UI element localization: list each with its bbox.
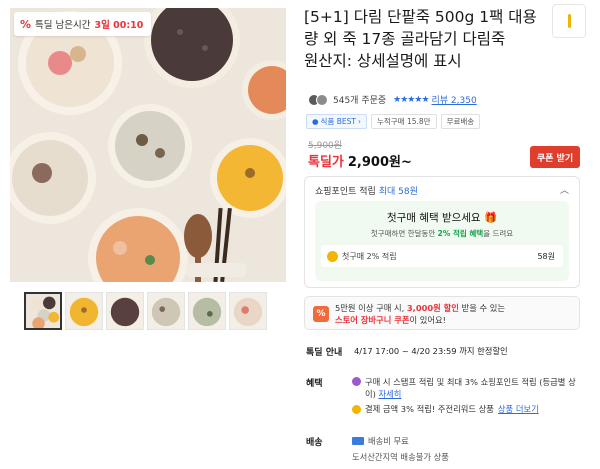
rating-row: 545개 주문중 ★★★★★ 리뷰 2,350 [308,93,477,106]
promo-line2-after: 이 있어요! [409,315,446,325]
thumbnail-2[interactable] [65,292,103,330]
product-title-text: [5+1] 다림 단팥죽 500g 1팩 대용량 외 죽 17종 골라담기 다림… [304,8,537,70]
price-label: 톡딜가 [308,155,344,170]
first-row-value: 58원 [537,251,555,261]
best-chip[interactable]: ● 식품 BEST › [306,114,367,129]
review-link[interactable]: 리뷰 2,350 [432,93,477,106]
deal-timer-badge: % 특딜 남은시간 3일 00:10 [14,12,152,36]
points-header: 쇼핑포인트 적립 최대 58원 [315,184,418,197]
first-sub-after: 을 드려요 [483,229,514,238]
benefit-stamp: 구매 시 스탬프 적립 및 최대 3% 쇼핑포인트 적립 (등급별 상이) 자세… [352,376,582,400]
first-row-label: 첫구매 2% 적립 [342,251,397,261]
cart-coupon-promo[interactable]: % 5만원 이상 구매 시, 3,000원 할인 받을 수 있는 스토어 장바구… [304,296,580,330]
free-shipping-chip: 무료배송 [440,114,481,129]
truck-icon [352,437,364,445]
first-purchase-box: 첫구매 혜택 받으세요 🎁 첫구매하면 한달동안 2% 적립 혜택을 드려요 첫… [315,201,569,281]
points-header-label: 쇼핑포인트 적립 [315,187,376,197]
percent-icon: % [313,306,329,322]
buyer-avatars [308,93,328,106]
first-purchase-row: 첫구매 2% 적립 58원 [321,245,563,267]
benefit-line2: 결제 금액 3% 적립! 주전리워드 상품 [365,404,494,414]
shipping-fee-text: 배송비 무료 [368,436,409,446]
gift-icon: 🎁 [483,212,498,224]
stamp-icon [352,377,361,386]
benefit-label: 혜택 [306,379,323,389]
crown-icon: ● [312,117,319,126]
points-max: 최대 58원 [378,187,418,197]
discount-icon: % [20,17,32,31]
share-button[interactable] [552,4,586,38]
timer-prefix: 특딜 남은시간 [35,20,91,31]
coin-icon [327,250,338,262]
share-icon [567,14,571,28]
thumbnail-6[interactable] [229,292,267,330]
product-title: [5+1] 다림 단팥죽 500g 1팩 대용량 외 죽 17종 골라담기 다림… [304,6,544,72]
deal-period: 4/17 17:00 ~ 4/20 23:59 까지 한정할인 [354,346,508,356]
promo-line2-red: 스토어 장바구니 쿠폰 [335,315,410,325]
reward-icon [352,405,361,414]
timer-value: 3일 00:10 [94,20,144,31]
product-chips: ● 식품 BEST › 누적구매 15.8만 무료배송 [306,114,481,129]
thumbnail-4[interactable] [147,292,185,330]
first-purchase-title-text: 첫구매 혜택 받으세요 [386,212,481,224]
original-price: 5,900원 [308,141,343,151]
price-row: 톡딜가 2,900원~ [308,151,412,170]
shipping-label: 배송 [306,438,323,448]
thumbnail-strip [24,292,267,330]
coupon-button[interactable]: 쿠폰 받기 [530,146,580,168]
first-sub-before: 첫구매하면 한달동안 [370,229,436,238]
deal-label: 톡딜 안내 [306,348,343,358]
first-purchase-title: 첫구매 혜택 받으세요 🎁 [315,210,569,225]
chevron-right-icon: › [357,117,361,126]
chevron-up-icon[interactable]: ︿ [560,183,569,196]
points-box: 쇼핑포인트 적립 최대 58원 ︿ 첫구매 혜택 받으세요 🎁 첫구매하면 한달… [304,176,580,288]
thumbnail-5[interactable] [188,292,226,330]
product-main-image[interactable]: % 특딜 남은시간 3일 00:10 [10,8,286,282]
order-count: 545개 주문중 [333,96,387,106]
shipping-restriction: 도서산간지역 배송불가 상품 [352,452,449,462]
benefit-stamp-text: 구매 시 스탬프 적립 및 최대 3% 쇼핑포인트 적립 (등급별 상이) 자세… [365,376,582,400]
thumbnail-3[interactable] [106,292,144,330]
porridge-photo [10,8,286,282]
price-value: 2,900원~ [347,155,412,170]
first-sub-highlight: 2% 적립 혜택 [437,229,484,238]
first-purchase-sub: 첫구매하면 한달동안 2% 적립 혜택을 드려요 [315,228,569,239]
thumbnail-1[interactable] [24,292,62,330]
promo-line1-after: 받을 수 있는 [461,303,506,313]
shipping-fee: 배송비 무료 [352,435,409,447]
promo-line1-red: 3,000원 할인 [406,303,459,313]
benefit-reward: 결제 금액 3% 적립! 주전리워드 상품 상품 더보기 [352,403,582,415]
best-chip-label: 식품 BEST [320,117,356,126]
cumulative-purchase-chip: 누적구매 15.8만 [370,114,437,129]
benefit-detail-link[interactable]: 자세히 [379,389,402,399]
promo-line1-before: 5만원 이상 구매 시, [335,303,405,313]
promo-text: 5만원 이상 구매 시, 3,000원 할인 받을 수 있는 스토어 장바구니 … [335,302,575,326]
more-products-link[interactable]: 상품 더보기 [498,403,539,415]
star-rating: ★★★★★ [393,94,429,105]
